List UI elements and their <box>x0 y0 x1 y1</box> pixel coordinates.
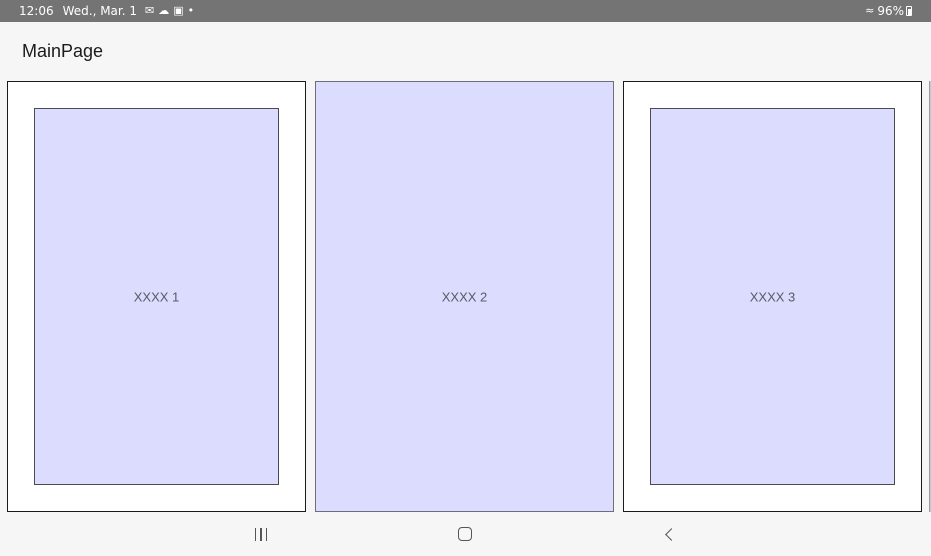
back-button[interactable] <box>639 512 699 556</box>
carousel-item-label: XXXX 3 <box>749 289 796 304</box>
home-button[interactable] <box>435 512 495 556</box>
status-right: ≈ 96% <box>865 0 912 22</box>
status-left: 12:06 Wed., Mar. 1 ✉ ☁ ▣ • <box>19 0 198 22</box>
carousel-item-3[interactable]: XXXX 3 <box>623 81 922 512</box>
carousel-item-label: XXXX 1 <box>133 289 180 304</box>
wifi-icon: ≈ <box>865 4 875 17</box>
recents-button[interactable] <box>231 512 291 556</box>
carousel-item-2[interactable]: XXXX 2 <box>315 81 614 512</box>
battery-percentage: 96% <box>877 4 904 18</box>
back-icon <box>664 527 678 541</box>
dot-icon: • <box>187 4 195 17</box>
carousel-view[interactable]: XXXX 1 XXXX 2 XXXX 3 <box>0 81 931 512</box>
page-title: MainPage <box>22 41 104 61</box>
status-bar: 12:06 Wed., Mar. 1 ✉ ☁ ▣ • ≈ 96% <box>0 0 931 22</box>
gmail-icon: ✉ <box>145 4 155 17</box>
status-time: 12:06 <box>19 4 54 18</box>
cloud-icon: ☁ <box>158 4 170 17</box>
carousel-item-1[interactable]: XXXX 1 <box>7 81 306 512</box>
navigation-bar <box>0 512 931 556</box>
battery-icon <box>906 6 912 16</box>
status-date: Wed., Mar. 1 <box>62 4 138 18</box>
carousel-item-content: XXXX 1 <box>34 108 279 485</box>
app-bar: MainPage <box>0 22 931 80</box>
carousel-item-content: XXXX 3 <box>650 108 895 485</box>
message-icon: ▣ <box>173 4 184 17</box>
recents-icon <box>254 527 268 541</box>
home-icon <box>458 527 472 541</box>
carousel-item-label: XXXX 2 <box>441 289 488 304</box>
